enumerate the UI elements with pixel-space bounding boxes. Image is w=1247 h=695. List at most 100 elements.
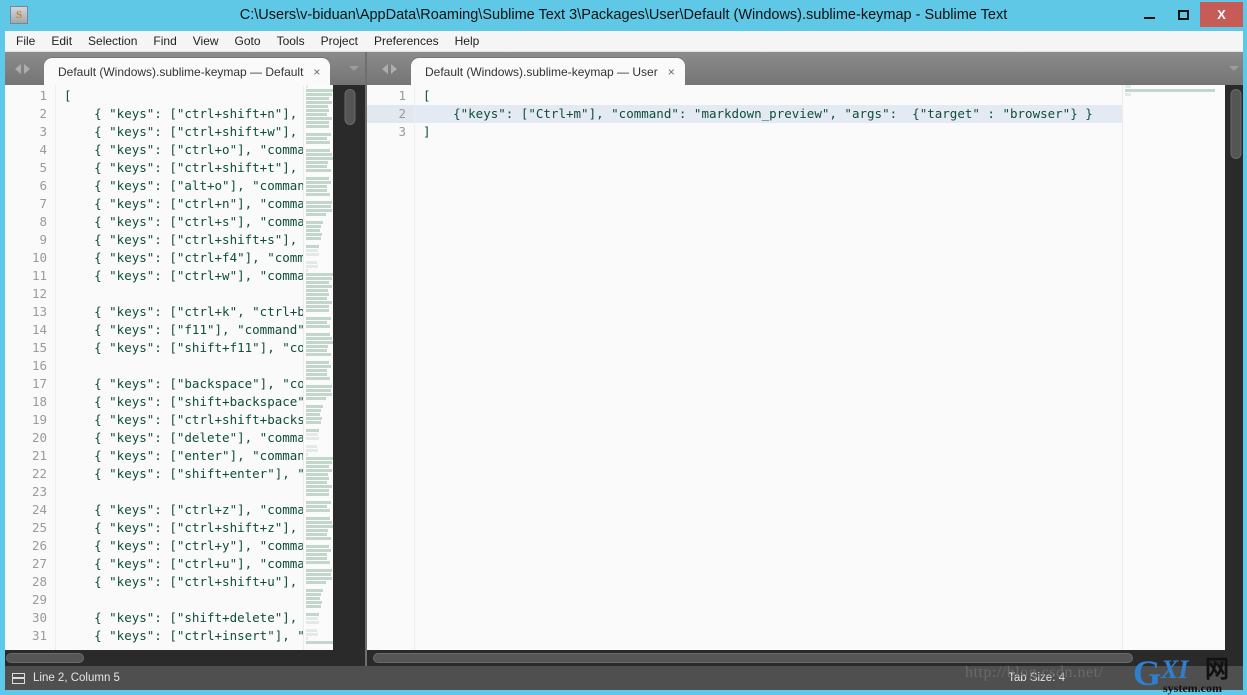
minimap-line <box>306 465 330 468</box>
line-number: 18 <box>31 394 47 409</box>
code-line[interactable]: { "keys": ["ctrl+w"], "comma <box>64 267 305 285</box>
window-title: C:\Users\v-biduan\AppData\Roaming\Sublim… <box>239 7 1008 23</box>
menu-item-help[interactable]: Help <box>447 32 488 51</box>
menu-item-preferences[interactable]: Preferences <box>366 32 447 51</box>
minimap-line <box>306 493 329 496</box>
minimap-line <box>306 613 320 616</box>
code-line[interactable]: { "keys": ["ctrl+y"], "comma <box>64 537 305 555</box>
tab-nav-arrows-left[interactable] <box>0 52 44 85</box>
code-line[interactable]: { "keys": ["ctrl+shift+t"], <box>64 159 297 177</box>
minimap-line <box>306 149 330 152</box>
minimap-line <box>306 85 309 88</box>
minimap-line <box>306 429 320 432</box>
horizontal-scrollbar-right[interactable] <box>367 650 1247 666</box>
minimap-line <box>306 157 333 160</box>
code-line[interactable]: { "keys": ["ctrl+f4"], "comm <box>64 249 305 267</box>
line-number: 17 <box>31 376 47 391</box>
minimap-line <box>306 397 327 400</box>
menu-item-project[interactable]: Project <box>313 32 366 51</box>
menu-item-selection[interactable]: Selection <box>80 32 145 51</box>
code-line[interactable]: { "keys": ["ctrl+shift+n"], <box>64 105 297 123</box>
minimap-line <box>306 573 331 576</box>
tab-nav-arrows-right[interactable] <box>367 52 411 85</box>
code-line[interactable]: { "keys": ["shift+f11"], "co <box>64 339 305 357</box>
tab-prev-icon[interactable] <box>14 63 21 74</box>
minimap-left[interactable] <box>303 85 333 666</box>
tab-close-icon[interactable]: × <box>668 66 675 78</box>
vertical-scrollbar-thumb-right[interactable] <box>1230 89 1242 159</box>
vertical-scrollbar-thumb-left[interactable] <box>344 89 356 125</box>
code-line[interactable]: [ <box>423 87 431 105</box>
menu-item-find[interactable]: Find <box>145 32 184 51</box>
layout-icon[interactable] <box>12 672 25 684</box>
code-line[interactable]: { "keys": ["ctrl+shift+z"], <box>64 519 297 537</box>
minimap-line <box>306 205 331 208</box>
minimize-button[interactable] <box>1132 2 1166 27</box>
code-line[interactable]: { "keys": ["f11"], "command" <box>64 321 305 339</box>
minimap-line <box>306 193 331 196</box>
menu-item-tools[interactable]: Tools <box>269 32 313 51</box>
minimap-right[interactable] <box>1122 85 1225 666</box>
code-line[interactable]: ] <box>423 123 431 141</box>
tab-close-icon[interactable]: × <box>313 66 320 78</box>
tab-prev-icon[interactable] <box>381 63 388 74</box>
tab-next-icon[interactable] <box>390 63 397 74</box>
line-number: 7 <box>39 196 47 211</box>
minimap-line <box>306 461 332 464</box>
code-line[interactable]: { "keys": ["ctrl+k", "ctrl+b <box>64 303 305 321</box>
close-button[interactable]: X <box>1200 2 1243 27</box>
code-line[interactable]: {"keys": ["Ctrl+m"], "command": "markdow… <box>423 105 1093 123</box>
line-number: 1 <box>398 88 406 103</box>
tab-next-icon[interactable] <box>23 63 30 74</box>
minimap-line <box>306 593 322 596</box>
tab-default-windows-keymap-default[interactable]: Default (Windows).sublime-keymap — Defau… <box>44 58 331 85</box>
horizontal-scrollbar-thumb-left[interactable] <box>6 653 84 663</box>
code-line[interactable]: { "keys": ["delete"], "comma <box>64 429 305 447</box>
maximize-button[interactable] <box>1166 2 1200 27</box>
menu-item-view[interactable]: View <box>185 32 227 51</box>
tab-overflow-menu-left[interactable] <box>341 52 367 85</box>
minimap-line <box>306 249 318 252</box>
code-line[interactable]: { "keys": ["ctrl+shift+s"], <box>64 231 297 249</box>
code-editor-right[interactable]: 1 2 3 [ {"keys": ["Ctrl+m"], "command": "m… <box>367 85 1247 666</box>
code-line[interactable]: { "keys": ["shift+delete"], <box>64 609 297 627</box>
code-line[interactable]: { "keys": ["backspace"], "co <box>64 375 305 393</box>
pane-splitter[interactable] <box>365 52 367 666</box>
window-left-edge <box>0 31 5 690</box>
minimap-line <box>1125 85 1132 88</box>
code-line[interactable]: { "keys": ["ctrl+n"], "comma <box>64 195 305 213</box>
minimap-line <box>306 169 331 172</box>
code-line[interactable]: { "keys": ["ctrl+o"], "comma <box>64 141 305 159</box>
code-line[interactable]: { "keys": ["shift+enter"], " <box>64 465 305 483</box>
tab-default-windows-keymap-user[interactable]: Default (Windows).sublime-keymap — User … <box>411 58 685 85</box>
menu-item-goto[interactable]: Goto <box>227 32 269 51</box>
code-line[interactable]: { "keys": ["ctrl+shift+backs <box>64 411 305 429</box>
code-line[interactable]: [ <box>64 87 72 105</box>
minimap-line <box>306 385 332 388</box>
code-line[interactable]: { "keys": ["alt+o"], "comman <box>64 177 305 195</box>
code-line[interactable]: { "keys": ["ctrl+u"], "comma <box>64 555 305 573</box>
minimap-line <box>306 349 328 352</box>
minimap-line <box>306 369 328 372</box>
window-controls: X <box>1132 2 1243 27</box>
code-line[interactable]: { "keys": ["ctrl+shift+u"], <box>64 573 297 591</box>
line-number: 3 <box>398 124 406 139</box>
code-line[interactable]: { "keys": ["ctrl+insert"], " <box>64 627 305 645</box>
horizontal-scrollbar-thumb-right[interactable] <box>373 653 1133 663</box>
code-line[interactable]: { "keys": ["ctrl+s"], "comma <box>64 213 305 231</box>
horizontal-scrollbar-left[interactable] <box>0 650 367 666</box>
vertical-scrollbar-left[interactable] <box>333 85 367 666</box>
minimap-line <box>306 533 328 536</box>
code-line[interactable]: { "keys": ["enter"], "comman <box>64 447 305 465</box>
code-line[interactable]: { "keys": ["shift+backspace" <box>64 393 305 411</box>
minimap-line <box>306 161 329 164</box>
code-line[interactable]: { "keys": ["ctrl+shift+w"], <box>64 123 297 141</box>
minimap-line <box>306 113 328 116</box>
minimap-line <box>306 277 332 280</box>
menu-item-file[interactable]: File <box>8 32 43 51</box>
minimap-line <box>306 253 319 256</box>
minimap-line <box>306 633 319 636</box>
code-line[interactable]: { "keys": ["ctrl+z"], "comma <box>64 501 305 519</box>
menu-item-edit[interactable]: Edit <box>43 32 80 51</box>
minimap-line <box>306 309 329 312</box>
